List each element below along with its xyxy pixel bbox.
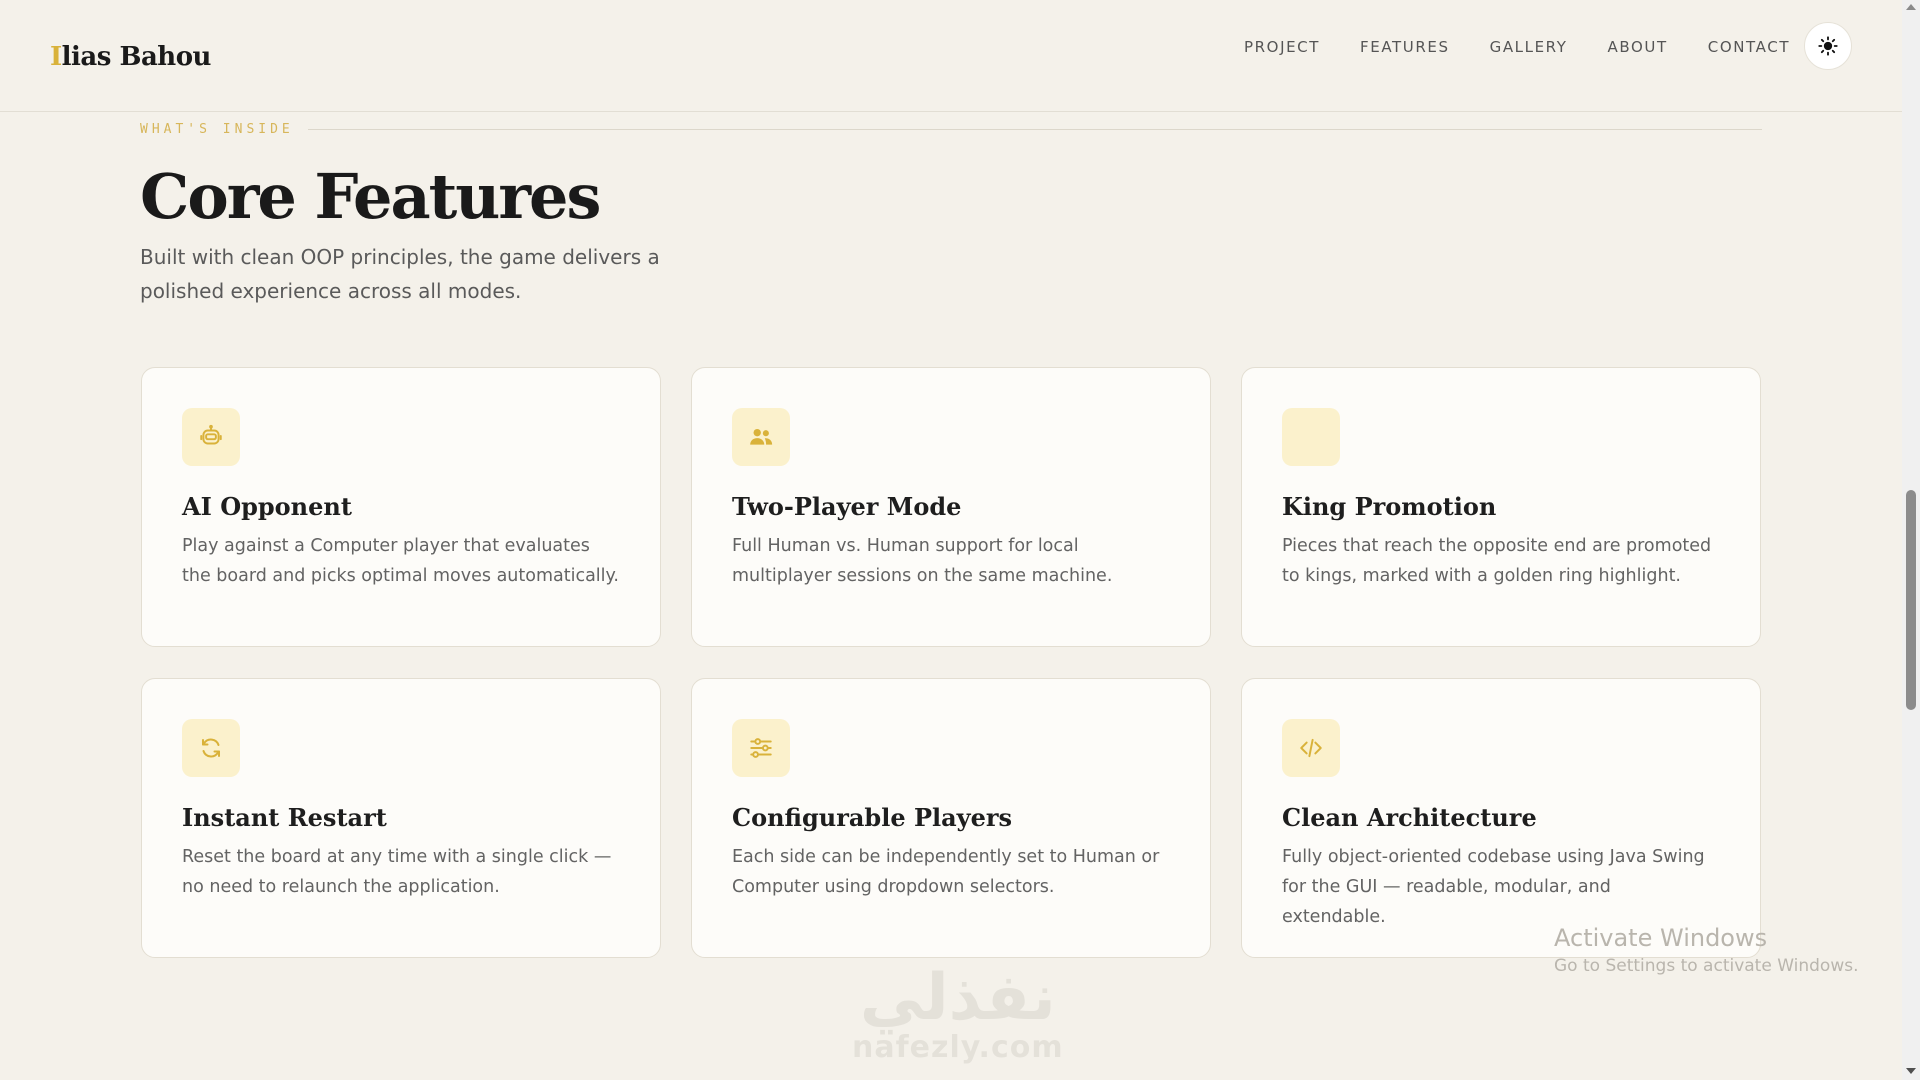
feature-card-clean-architecture: Clean Architecture Fully object-oriented…	[1241, 678, 1761, 958]
section-subtitle: Built with clean OOP principles, the gam…	[140, 245, 660, 303]
features-grid: AI Opponent Play against a Computer play…	[141, 367, 1761, 958]
feature-icon-box	[182, 719, 240, 777]
feature-description: Each side can be independently set to Hu…	[732, 847, 1160, 897]
feature-card-king-promotion: King Promotion Pieces that reach the opp…	[1241, 367, 1761, 647]
feature-card-instant-restart: Instant Restart Reset the board at any t…	[141, 678, 661, 958]
feature-icon-box	[1282, 719, 1340, 777]
feature-card-ai-opponent: AI Opponent Play against a Computer play…	[141, 367, 661, 647]
section-eyebrow-row: WHAT'S INSIDE	[140, 122, 1762, 137]
section-title: Core Features	[140, 160, 601, 233]
site-watermark: نفذلي nafezly.com	[852, 966, 1064, 1065]
nav-gallery[interactable]: GALLERY	[1490, 38, 1568, 56]
windows-watermark-subtitle: Go to Settings to activate Windows.	[1554, 956, 1859, 976]
feature-card-configurable-players: Configurable Players Each side can be in…	[691, 678, 1211, 958]
feature-description: Fully object-oriented codebase using Jav…	[1282, 847, 1705, 927]
feature-icon-box	[732, 408, 790, 466]
nav-features[interactable]: FEATURES	[1360, 38, 1450, 56]
logo[interactable]: Ilias Bahou	[50, 42, 211, 72]
site-header: Ilias Bahou PROJECT FEATURES GALLERY ABO…	[0, 0, 1902, 112]
nav-contact[interactable]: CONTACT	[1708, 38, 1790, 56]
page-scrollbar[interactable]	[1902, 0, 1920, 1080]
feature-title: AI Opponent	[182, 492, 352, 521]
feature-title: Clean Architecture	[1282, 803, 1537, 832]
scroll-down-arrow-icon[interactable]	[1906, 1068, 1916, 1074]
feature-title: Two-Player Mode	[732, 492, 962, 521]
scroll-up-arrow-icon[interactable]	[1906, 4, 1916, 10]
sliders-icon	[750, 738, 772, 758]
nav-about[interactable]: ABOUT	[1608, 38, 1668, 56]
robot-icon	[200, 424, 222, 445]
feature-title: King Promotion	[1282, 492, 1497, 521]
feature-icon-box	[732, 719, 790, 777]
logo-accent-letter: I	[50, 42, 62, 72]
feature-title: Instant Restart	[182, 803, 387, 832]
site-watermark-latin: nafezly.com	[852, 1030, 1064, 1065]
feature-title: Configurable Players	[732, 803, 1013, 832]
eyebrow-divider	[307, 129, 1762, 130]
sun-icon	[1818, 36, 1838, 56]
users-icon	[750, 428, 773, 445]
refresh-icon	[202, 738, 220, 758]
code-icon	[1300, 738, 1322, 758]
section-eyebrow: WHAT'S INSIDE	[140, 122, 294, 137]
feature-description: Pieces that reach the opposite end are p…	[1282, 536, 1712, 586]
logo-text: lias Bahou	[61, 42, 212, 72]
nav-project[interactable]: PROJECT	[1244, 38, 1320, 56]
feature-card-two-player: Two-Player Mode Full Human vs. Human sup…	[691, 367, 1211, 647]
windows-watermark-title: Activate Windows	[1554, 924, 1768, 952]
feature-description: Full Human vs. Human support for local m…	[732, 536, 1113, 586]
theme-toggle-button[interactable]	[1804, 22, 1852, 70]
main-nav: PROJECT FEATURES GALLERY ABOUT CONTACT	[1244, 38, 1790, 56]
windows-activation-watermark: Activate Windows Go to Settings to activ…	[1554, 924, 1859, 976]
feature-icon-box	[1282, 408, 1340, 466]
feature-description: Reset the board at any time with a singl…	[182, 847, 612, 897]
site-watermark-arabic: نفذلي	[859, 961, 1056, 1035]
scrollbar-thumb[interactable]	[1906, 490, 1916, 710]
feature-description: Play against a Computer player that eval…	[182, 536, 619, 586]
feature-icon-box	[182, 408, 240, 466]
